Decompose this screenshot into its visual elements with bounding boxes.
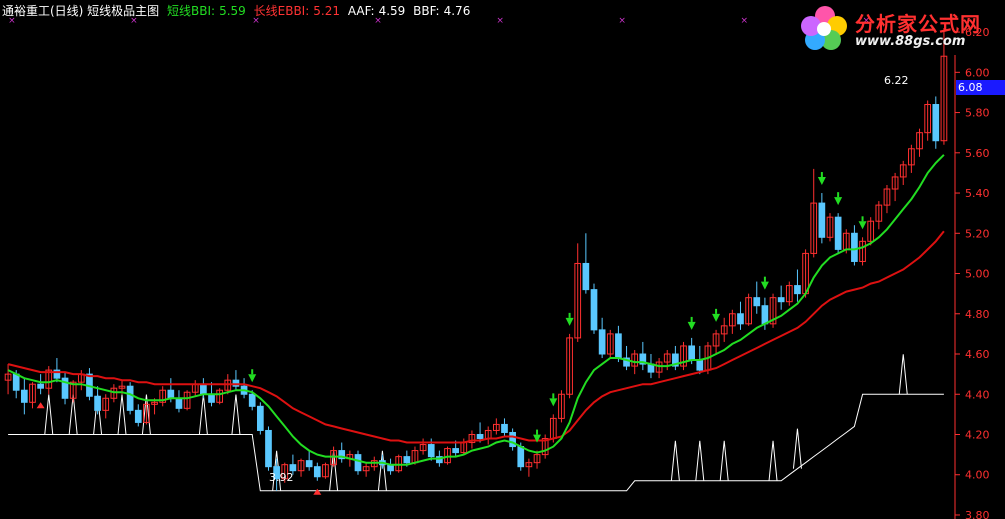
bbf-value: 4.76 (443, 4, 471, 18)
candle-body (696, 359, 704, 371)
buy-arrow-icon (858, 221, 867, 230)
candle-body (598, 329, 606, 355)
buy-arrow-icon (549, 398, 558, 407)
axis-tick-label: 5.40 (965, 187, 990, 200)
price-chart[interactable]: × × × × × × × × 6.206.005.805.605.405.205.004.8… (0, 0, 1005, 519)
candle-body (175, 397, 183, 409)
buy-arrow-icon (834, 197, 843, 206)
candle-body (777, 297, 785, 303)
candle-body (851, 232, 858, 262)
indicator-spike (670, 440, 680, 481)
candle-body (761, 305, 769, 325)
candle-body (200, 383, 207, 395)
indicator-spike (792, 428, 802, 469)
candlestick-layer (4, 28, 948, 491)
top-x-marker: × (496, 16, 504, 26)
buy-arrow-icon (687, 321, 696, 330)
candle-body (427, 444, 435, 458)
candle-body (232, 379, 240, 387)
indicator-spike (768, 440, 778, 481)
sell-arrow-icon (313, 488, 322, 495)
buy-arrow-icon (565, 317, 574, 326)
axis-tick-label: 6.00 (965, 66, 990, 79)
axis-tick-label: 4.20 (965, 428, 990, 441)
candle-body (834, 216, 842, 250)
short-bbi-label: 短线BBI: (167, 4, 216, 18)
candle-body (403, 456, 411, 464)
candle-body (248, 393, 256, 407)
candle-body (256, 405, 264, 431)
long-ebbi-value: 5.21 (313, 4, 340, 18)
low-price-label: 3.92 (269, 471, 294, 484)
high-price-label: 6.22 (884, 74, 909, 87)
candle-body (794, 285, 801, 295)
indicator-spike (117, 394, 127, 435)
candle-body (517, 446, 525, 468)
candle-body (615, 333, 622, 359)
axis-tick-label: 4.00 (965, 469, 990, 482)
buy-arrow-icon (712, 313, 721, 322)
axis-tick-label: 3.80 (965, 509, 990, 519)
indicator-step-line (8, 393, 944, 492)
top-x-marker: × (618, 16, 626, 26)
signal-marker-layer: × × × × × × × × (8, 16, 870, 495)
flower-logo-icon (801, 6, 847, 50)
aaf-value: 4.59 (378, 4, 406, 18)
buy-arrow-icon (248, 374, 257, 383)
candle-body (134, 409, 142, 423)
candle-body (737, 313, 744, 325)
axis-tick-label: 4.40 (965, 388, 990, 401)
bbf-label: BBF: (413, 4, 440, 18)
axis-tick-label: 5.80 (965, 107, 990, 120)
indicator-spike (695, 440, 705, 481)
candle-body (20, 389, 28, 403)
indicator-spike (898, 354, 908, 395)
indicator-spike (719, 440, 729, 481)
indicator-spike (44, 394, 54, 435)
candle-body (289, 464, 297, 472)
current-price-badge: 6.08 (956, 80, 1005, 95)
axis-tick-label: 5.20 (965, 227, 990, 240)
candle-body (94, 395, 101, 411)
candle-body (688, 345, 696, 361)
candle-body (590, 289, 598, 331)
buy-arrow-icon (760, 281, 769, 290)
logo-name: 分析家公式网 (855, 12, 981, 36)
candle-body (932, 104, 940, 142)
indicator-spike (198, 394, 208, 435)
axis-tick-label: 4.60 (965, 348, 990, 361)
candle-body (37, 383, 44, 389)
candle-body (126, 385, 134, 411)
candle-body (354, 454, 362, 472)
axis-tick-label: 4.80 (965, 308, 990, 321)
candle-body (582, 262, 590, 291)
candle-body (476, 433, 484, 440)
candle-body (12, 373, 20, 391)
candle-body (265, 429, 272, 468)
sell-arrow-icon (36, 402, 45, 409)
top-x-marker: × (740, 16, 748, 26)
candle-body (313, 466, 321, 478)
long-ebbi-label: 长线EBBI: (253, 4, 310, 18)
candle-body (753, 297, 761, 307)
candle-body (501, 423, 508, 433)
candle-body (452, 448, 460, 454)
logo-url: www.88gs.com (855, 34, 966, 49)
chart-header: 通裕重工(日线) 短线极品主图 短线BBI: 5.59 长线EBBI: 5.21 A… (2, 2, 474, 18)
site-logo[interactable]: 分析家公式网 www.88gs.com (797, 2, 997, 52)
price-axis: 6.206.005.805.605.405.205.004.804.604.40… (954, 26, 990, 519)
axis-tick-label: 5.60 (965, 147, 990, 160)
axis-tick-label: 5.00 (965, 268, 990, 281)
indicator-spike (231, 394, 241, 435)
stock-title: 通裕重工(日线) 短线极品主图 (2, 4, 160, 18)
short-bbi-value: 5.59 (219, 4, 246, 18)
buy-arrow-icon (817, 177, 826, 186)
candle-body (818, 202, 826, 238)
aaf-label: AAF: (347, 4, 375, 18)
candle-body (208, 393, 215, 403)
candle-body (167, 389, 175, 399)
candle-body (305, 460, 313, 468)
